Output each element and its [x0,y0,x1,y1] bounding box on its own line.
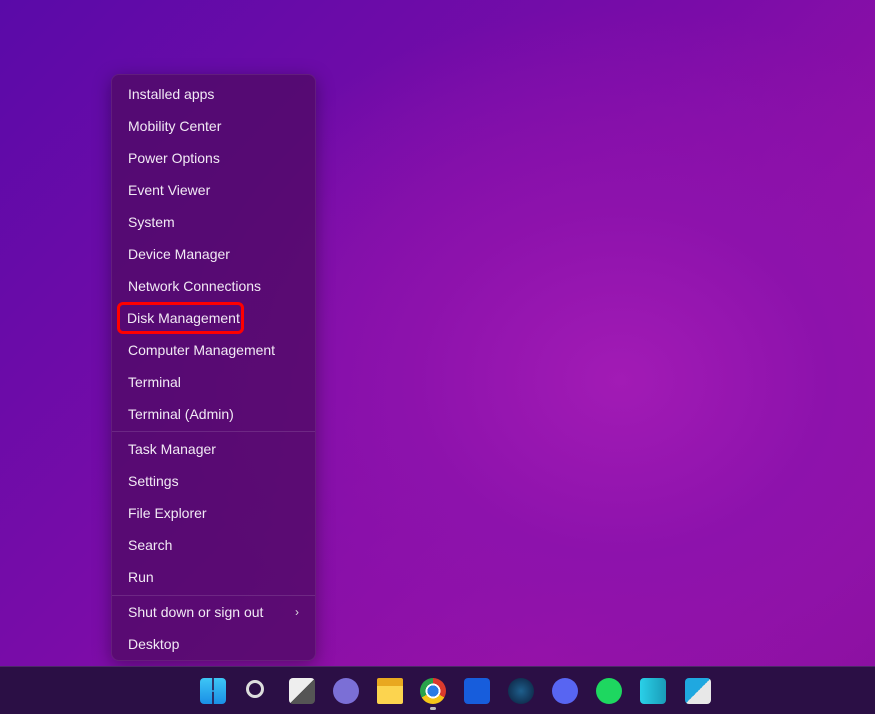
menu-item-desktop[interactable]: Desktop [120,630,309,658]
windows-start-icon[interactable] [200,678,226,704]
menu-item-settings[interactable]: Settings [120,467,309,495]
chrome-icon[interactable] [420,678,446,704]
quick-link-menu: Installed apps Mobility Center Power Opt… [111,74,316,661]
menu-item-network-connections[interactable]: Network Connections [120,272,309,300]
shut-down-label: Shut down or sign out [128,604,264,620]
menu-item-search[interactable]: Search [120,531,309,559]
buildings-app-icon[interactable] [640,678,666,704]
menu-item-device-manager[interactable]: Device Manager [120,240,309,268]
chevron-right-icon: › [295,605,299,619]
menu-item-event-viewer[interactable]: Event Viewer [120,176,309,204]
menu-divider [112,595,315,596]
menu-item-run[interactable]: Run [120,563,309,591]
menu-item-mobility-center[interactable]: Mobility Center [120,112,309,140]
menu-item-file-explorer[interactable]: File Explorer [120,499,309,527]
menu-item-terminal[interactable]: Terminal [120,368,309,396]
file-explorer-icon[interactable] [377,678,403,704]
menu-item-installed-apps[interactable]: Installed apps [120,80,309,108]
menu-item-power-options[interactable]: Power Options [120,144,309,172]
menu-divider [112,431,315,432]
menu-item-system[interactable]: System [120,208,309,236]
menu-item-disk-management[interactable]: Disk Management [117,302,244,334]
video-editor-icon[interactable] [685,678,711,704]
search-icon[interactable] [246,680,264,698]
bitwarden-icon[interactable] [464,678,490,704]
task-view-icon[interactable] [289,678,315,704]
discord-icon[interactable] [552,678,578,704]
menu-item-computer-management[interactable]: Computer Management [120,336,309,364]
menu-item-terminal-admin[interactable]: Terminal (Admin) [120,400,309,428]
menu-item-shut-down[interactable]: Shut down or sign out › [120,598,309,626]
teams-chat-icon[interactable] [333,678,359,704]
spotify-icon[interactable] [596,678,622,704]
active-app-indicator [430,707,436,710]
taskbar [0,666,875,714]
menu-item-task-manager[interactable]: Task Manager [120,435,309,463]
steam-icon[interactable] [508,678,534,704]
